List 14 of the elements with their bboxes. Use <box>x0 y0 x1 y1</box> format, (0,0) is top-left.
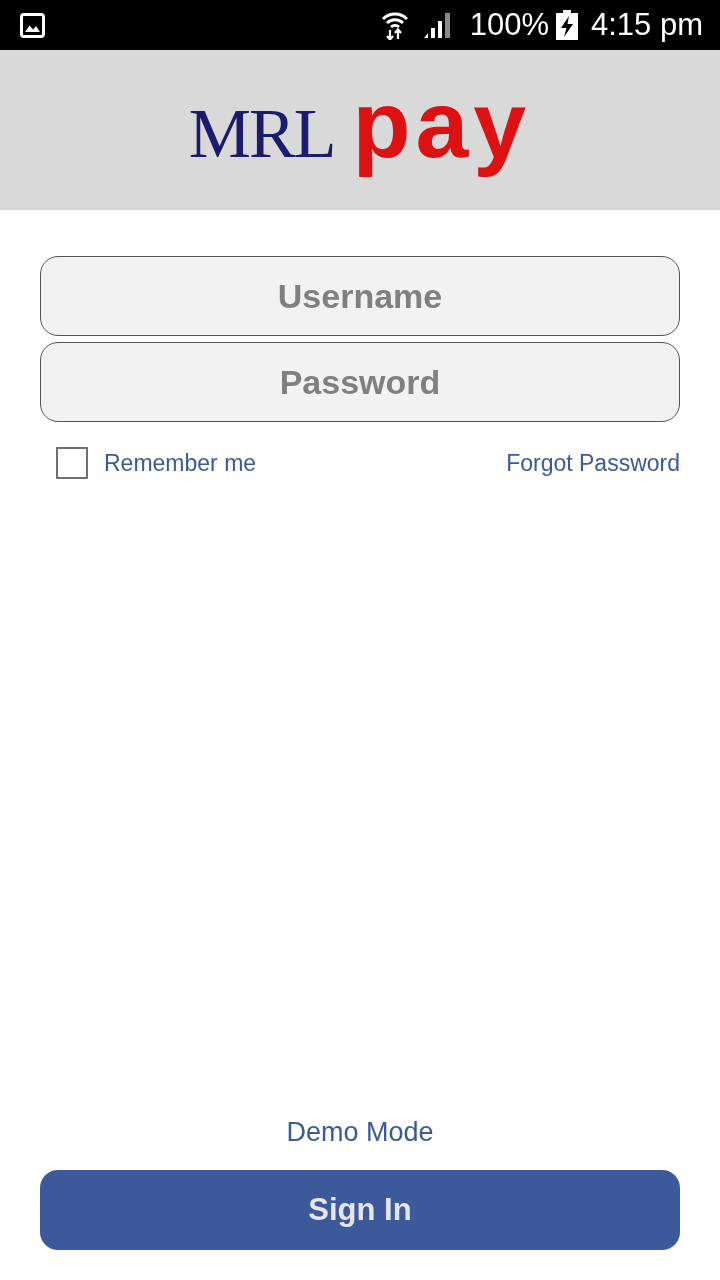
battery-percentage: 100% <box>469 8 549 42</box>
image-icon <box>20 12 45 38</box>
input-field[interactable]: Password <box>40 342 680 422</box>
checkbox-label[interactable]: Remember me <box>104 449 257 477</box>
logo-product-name: pay <box>352 69 532 179</box>
demo-mode-link[interactable]: Demo Mode <box>286 1115 434 1149</box>
logo-name: MRL <box>188 93 335 174</box>
forgot-password-link[interactable]: Forgot Password <box>506 449 680 477</box>
signal-icon <box>422 11 451 39</box>
wifi-icon <box>380 10 409 40</box>
clock-time: 4:15 pm <box>591 8 703 42</box>
checkbox[interactable] <box>56 447 88 479</box>
sign-in-button[interactable]: Sign In <box>40 1170 680 1250</box>
input-field[interactable]: Username <box>40 256 680 336</box>
